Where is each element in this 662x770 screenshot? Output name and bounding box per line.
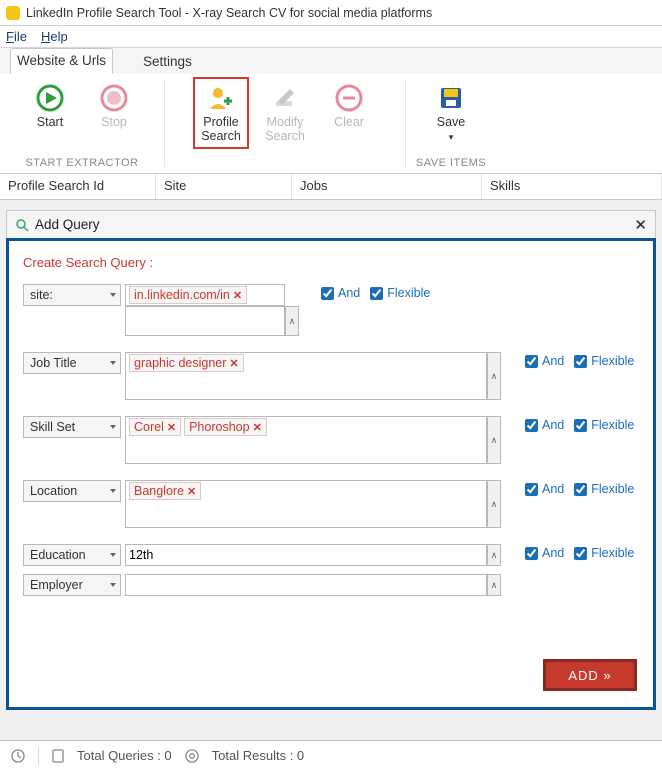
col-site[interactable]: Site <box>156 174 292 199</box>
jobtitle-spinner[interactable]: ∧ <box>487 352 501 400</box>
grid-header: Profile Search Id Site Jobs Skills <box>0 174 662 200</box>
status-queries: Total Queries : 0 <box>77 748 172 763</box>
window-title: LinkedIn Profile Search Tool - X-ray Sea… <box>26 6 432 20</box>
col-skills[interactable]: Skills <box>482 174 662 199</box>
chip-remove-icon[interactable]: ✕ <box>253 421 262 434</box>
status-results: Total Results : 0 <box>212 748 305 763</box>
add-button[interactable]: ADD » <box>543 659 637 691</box>
menubar: File Help <box>0 26 662 48</box>
employer-spinner[interactable]: ∧ <box>487 574 501 596</box>
chip-remove-icon[interactable]: ✕ <box>233 289 242 302</box>
ribbon: Start Stop START EXTRACTOR Profile Searc… <box>0 74 662 174</box>
location-spinner[interactable]: ∧ <box>487 480 501 528</box>
menu-help[interactable]: Help <box>41 29 68 44</box>
skillset-chipbox[interactable]: Corel✕ Phoroshop✕ <box>125 416 487 464</box>
ribbon-group-start-label: START EXTRACTOR <box>8 156 156 171</box>
history-icon <box>10 748 26 764</box>
at-icon <box>184 748 200 764</box>
dialog-body: Create Search Query : site: in.linkedin.… <box>6 238 656 710</box>
location-dropdown[interactable]: Location <box>23 480 121 502</box>
chip-remove-icon[interactable]: ✕ <box>229 357 238 370</box>
education-spinner[interactable]: ∧ <box>487 544 501 566</box>
statusbar: Total Queries : 0 Total Results : 0 <box>0 740 662 770</box>
ribbon-group-save-label: SAVE ITEMS <box>414 156 488 171</box>
education-and-checkbox[interactable]: And <box>525 546 564 560</box>
save-button[interactable]: Save▾ <box>428 82 474 144</box>
site-spinner[interactable]: ∧ <box>285 306 299 336</box>
skillset-spinner[interactable]: ∧ <box>487 416 501 464</box>
search-icon <box>15 218 29 232</box>
app-icon <box>6 6 20 20</box>
location-flexible-checkbox[interactable]: Flexible <box>574 482 634 496</box>
education-flexible-checkbox[interactable]: Flexible <box>574 546 634 560</box>
col-profile-search-id[interactable]: Profile Search Id <box>0 174 156 199</box>
education-input[interactable] <box>129 546 483 564</box>
menu-file[interactable]: File <box>6 29 27 44</box>
employer-input-box[interactable] <box>125 574 487 596</box>
employer-input[interactable] <box>129 576 483 594</box>
jobtitle-and-checkbox[interactable]: And <box>525 354 564 368</box>
start-button[interactable]: Start <box>27 82 73 130</box>
dialog-titlebar: Add Query ✕ <box>6 210 656 238</box>
tabstrip: Website & Urls Settings <box>0 48 662 74</box>
play-icon <box>34 82 66 114</box>
skillset-dropdown[interactable]: Skill Set <box>23 416 121 438</box>
location-chipbox[interactable]: Banglore✕ <box>125 480 487 528</box>
clear-label: Clear <box>334 116 364 130</box>
site-and-checkbox[interactable]: And <box>321 286 360 300</box>
profile-search-button[interactable]: Profile Search <box>198 82 244 144</box>
skill-chip-2[interactable]: Phoroshop✕ <box>184 418 267 436</box>
profile-search-label: Profile Search <box>201 116 241 144</box>
site-chipbox[interactable]: in.linkedin.com/in✕ <box>125 284 285 306</box>
chip-remove-icon[interactable]: ✕ <box>167 421 176 434</box>
jobtitle-chip[interactable]: graphic designer✕ <box>129 354 244 372</box>
site-chip[interactable]: in.linkedin.com/in✕ <box>129 286 247 304</box>
start-label: Start <box>37 116 63 130</box>
site-extra-box[interactable] <box>125 306 285 336</box>
dialog-legend: Create Search Query : <box>23 255 641 270</box>
document-icon <box>51 748 65 764</box>
skill-chip-1[interactable]: Corel✕ <box>129 418 181 436</box>
stop-label: Stop <box>101 116 127 130</box>
modify-search-button[interactable]: Modify Search <box>262 82 308 144</box>
dialog-title: Add Query <box>35 217 100 232</box>
stop-button[interactable]: Stop <box>91 82 137 130</box>
education-dropdown[interactable]: Education <box>23 544 121 566</box>
col-jobs[interactable]: Jobs <box>292 174 482 199</box>
jobtitle-dropdown[interactable]: Job Title <box>23 352 121 374</box>
skill-and-checkbox[interactable]: And <box>525 418 564 432</box>
stop-icon <box>98 82 130 114</box>
tab-website-urls[interactable]: Website & Urls <box>10 48 113 74</box>
tab-settings[interactable]: Settings <box>137 50 198 74</box>
jobtitle-flexible-checkbox[interactable]: Flexible <box>574 354 634 368</box>
site-dropdown[interactable]: site: <box>23 284 121 306</box>
site-flexible-checkbox[interactable]: Flexible <box>370 286 430 300</box>
minus-circle-icon <box>333 82 365 114</box>
chip-remove-icon[interactable]: ✕ <box>187 485 196 498</box>
modify-search-label: Modify Search <box>265 116 305 144</box>
save-label: Save▾ <box>437 116 466 144</box>
employer-dropdown[interactable]: Employer <box>23 574 121 596</box>
save-icon <box>435 82 467 114</box>
location-and-checkbox[interactable]: And <box>525 482 564 496</box>
jobtitle-chipbox[interactable]: graphic designer✕ <box>125 352 487 400</box>
skill-flexible-checkbox[interactable]: Flexible <box>574 418 634 432</box>
clear-button[interactable]: Clear <box>326 82 372 130</box>
location-chip[interactable]: Banglore✕ <box>129 482 201 500</box>
person-plus-icon <box>205 82 237 114</box>
titlebar: LinkedIn Profile Search Tool - X-ray Sea… <box>0 0 662 26</box>
pencil-icon <box>269 82 301 114</box>
education-input-box[interactable] <box>125 544 487 566</box>
dialog-close-button[interactable]: ✕ <box>634 216 647 234</box>
